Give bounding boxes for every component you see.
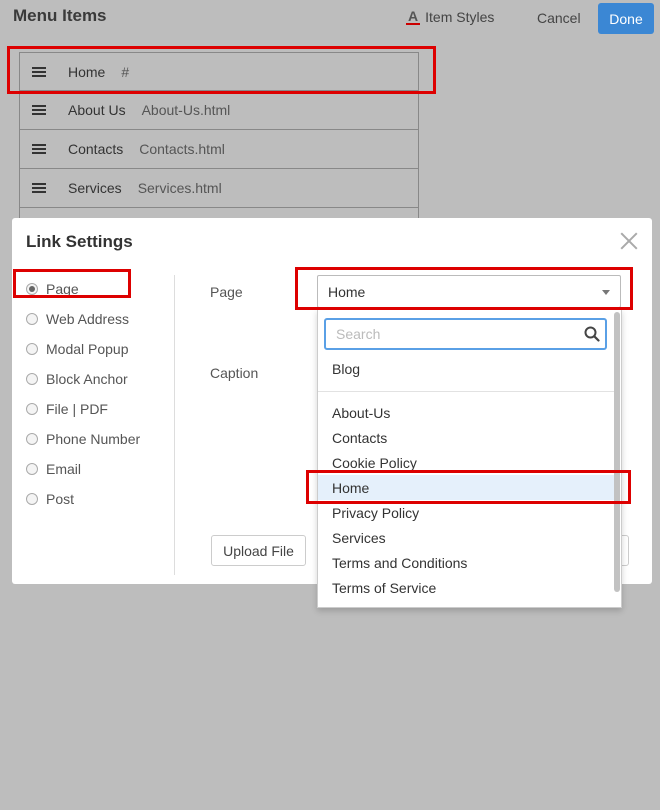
- link-type-label: Page: [46, 281, 79, 297]
- page-select[interactable]: Home: [317, 275, 621, 308]
- link-type-label: File | PDF: [46, 401, 108, 417]
- dropdown-item[interactable]: Cookie Policy: [318, 450, 615, 475]
- menu-item-row[interactable]: Home #: [19, 52, 419, 91]
- dropdown-item[interactable]: About-Us: [318, 400, 615, 425]
- link-type-label: Block Anchor: [46, 371, 128, 387]
- link-type-label: Web Address: [46, 311, 130, 327]
- dropdown-item[interactable]: Terms of Service: [318, 575, 615, 600]
- page-field-label: Page: [210, 284, 243, 300]
- page-select-value: Home: [328, 283, 366, 300]
- menu-item-caption: Contacts: [68, 141, 124, 157]
- link-type-phone-number[interactable]: Phone Number: [26, 424, 140, 454]
- radio-icon[interactable]: [26, 313, 38, 325]
- close-icon[interactable]: [618, 230, 640, 252]
- link-type-block-anchor[interactable]: Block Anchor: [26, 364, 140, 394]
- radio-icon[interactable]: [26, 373, 38, 385]
- menu-item-row[interactable]: Contacts Contacts.html: [19, 130, 419, 169]
- menu-item-caption: About Us: [68, 102, 126, 118]
- dropdown-item[interactable]: Contacts: [318, 425, 615, 450]
- search-icon: [584, 326, 600, 342]
- link-type-modal-popup[interactable]: Modal Popup: [26, 334, 140, 364]
- menu-item-caption: Services: [68, 180, 122, 196]
- done-button[interactable]: Done: [598, 3, 654, 34]
- menu-item-url: Services.html: [137, 180, 222, 196]
- dropdown-item[interactable]: Services: [318, 525, 615, 550]
- menu-item-row[interactable]: Services Services.html: [19, 169, 419, 208]
- text-style-icon: A: [406, 8, 421, 25]
- item-styles-button[interactable]: A Item Styles: [406, 9, 494, 25]
- menu-items-list: Home # About Us About-Us.html Contacts C…: [19, 52, 419, 218]
- dropdown-item-blog[interactable]: Blog: [318, 356, 615, 381]
- item-styles-label: Item Styles: [425, 9, 495, 25]
- radio-checked-icon[interactable]: [26, 283, 38, 295]
- menu-item-url: Contacts.html: [139, 141, 225, 157]
- link-type-label: Email: [46, 461, 82, 477]
- dropdown-item[interactable]: Privacy Policy: [318, 500, 615, 525]
- link-type-label: Post: [46, 491, 75, 507]
- menu-item-row[interactable]: About Us About-Us.html: [19, 91, 419, 130]
- dropdown-scrollbar[interactable]: [614, 312, 620, 592]
- radio-icon[interactable]: [26, 493, 38, 505]
- modal-title: Link Settings: [26, 232, 133, 251]
- menu-item-row: [19, 208, 419, 218]
- drag-handle-icon[interactable]: [32, 142, 46, 156]
- radio-icon[interactable]: [26, 343, 38, 355]
- dropdown-separator: [318, 391, 615, 392]
- menu-item-url: About-Us.html: [141, 102, 231, 118]
- link-type-label: Phone Number: [46, 431, 141, 447]
- caption-field-label: Caption: [210, 365, 259, 381]
- link-type-file-pdf[interactable]: File | PDF: [26, 394, 140, 424]
- link-type-list: Page Web Address Modal Popup Block Ancho…: [26, 274, 140, 514]
- link-type-label: Modal Popup: [46, 341, 129, 357]
- radio-icon[interactable]: [26, 463, 38, 475]
- link-type-page[interactable]: Page: [26, 274, 140, 304]
- radio-icon[interactable]: [26, 433, 38, 445]
- page-dropdown: Blog About-Us Contacts Cookie Policy Hom…: [317, 309, 622, 608]
- link-type-post[interactable]: Post: [26, 484, 140, 514]
- menu-item-caption: Home: [68, 63, 106, 80]
- drag-handle-icon[interactable]: [32, 65, 46, 79]
- cancel-button[interactable]: Cancel: [537, 10, 581, 26]
- drag-handle-icon[interactable]: [32, 181, 46, 195]
- divider: [174, 275, 175, 575]
- page-title: Menu Items: [13, 6, 107, 25]
- dropdown-item-selected[interactable]: Home: [318, 475, 615, 500]
- search-box: [324, 318, 607, 350]
- menu-item-url: #: [121, 63, 130, 80]
- search-input[interactable]: [326, 320, 605, 348]
- link-type-email[interactable]: Email: [26, 454, 140, 484]
- chevron-down-icon: [602, 290, 610, 295]
- link-type-web-address[interactable]: Web Address: [26, 304, 140, 334]
- drag-handle-icon[interactable]: [32, 103, 46, 117]
- radio-icon[interactable]: [26, 403, 38, 415]
- upload-file-button[interactable]: Upload File: [211, 535, 306, 566]
- dropdown-item[interactable]: Terms and Conditions: [318, 550, 615, 575]
